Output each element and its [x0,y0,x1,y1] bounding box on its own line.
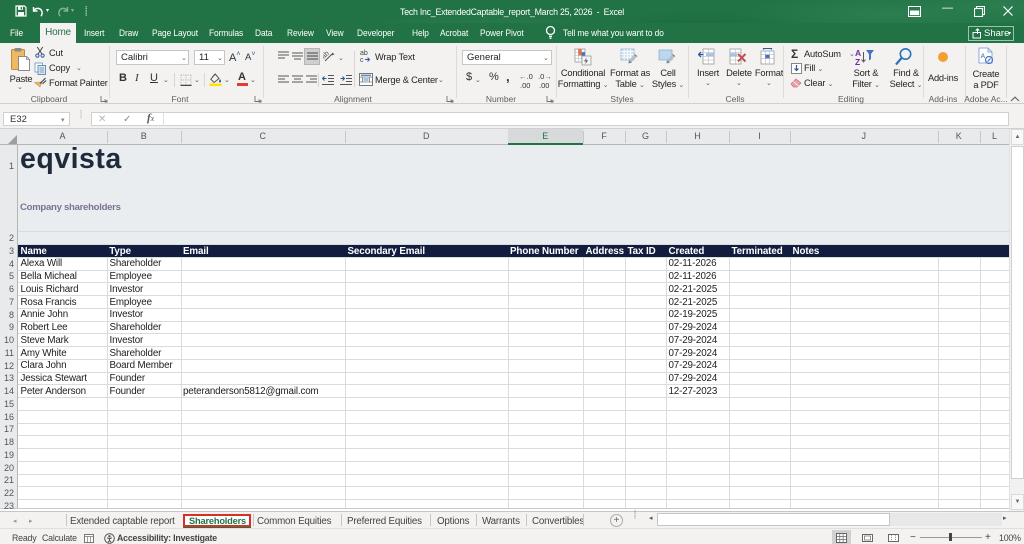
svg-text:c: c [360,57,364,63]
svg-text:A: A [981,53,986,60]
svg-text:Z: Z [855,57,860,66]
svg-text:ab: ab [360,50,368,57]
